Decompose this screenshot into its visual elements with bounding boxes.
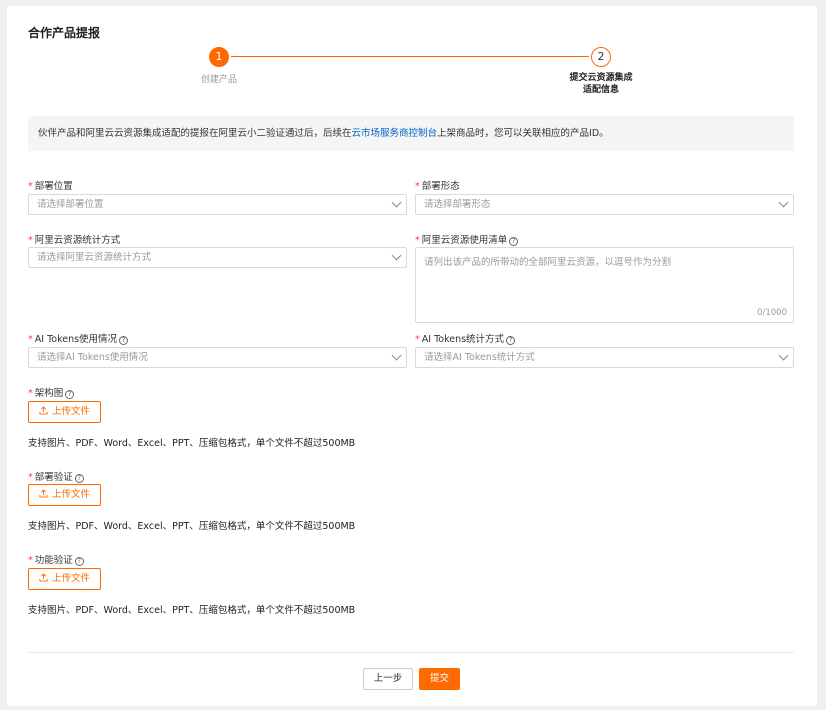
question-circle-icon[interactable]: ? [65,390,75,399]
aliyun-resource-list-label-text: 阿里云资源使用清单 [421,235,508,246]
previous-step-button[interactable]: 上一步 [363,668,413,690]
architecture-upload-hint: 支持图片、PDF、Word、Excel、PPT、压缩包格式，单个文件不超过500… [28,438,356,449]
aliyun-stat-method-label: * 阿里云资源统计方式 [28,232,120,246]
chevron-down-icon [391,197,402,208]
form-card: 合作产品提报 1 2 创建产品 提交云资源集成 适配信息 伙伴产品和阿里云云资源… [7,6,817,706]
notice-text-after: 上架商品时，您可以关联相应的产品ID。 [437,128,609,139]
ai-tokens-usage-select[interactable]: 请选择AI Tokens使用情况 [28,347,407,368]
aliyun-resource-list-label: * 阿里云资源使用清单? [415,232,519,246]
aliyun-resource-list-placeholder: 请列出该产品的所带动的全部阿里云资源，以逗号作为分割 [424,257,672,268]
stepper: 1 2 创建产品 提交云资源集成 适配信息 [7,6,817,106]
deploy-location-label-text: 部署位置 [34,181,73,192]
required-mark: * [28,334,33,345]
architecture-label-text: 架构图 [34,388,64,399]
aliyun-stat-method-placeholder: 请选择阿里云资源统计方式 [37,252,152,263]
aliyun-resource-list-textarea[interactable]: 请列出该产品的所带动的全部阿里云资源，以逗号作为分割 0/1000 [415,247,794,323]
step-1-indicator: 1 [209,47,229,67]
step-2-label-line2: 适配信息 [582,85,619,95]
deploy-form-select[interactable]: 请选择部署形态 [415,194,794,215]
upload-button-label: 上传文件 [51,489,90,500]
deploy-verify-label: * 部署验证? [28,469,84,483]
required-mark: * [415,181,420,192]
upload-button-label: 上传文件 [51,406,90,417]
notice-text-before: 伙伴产品和阿里云云资源集成适配的提报在阿里云小二验证通过后，后续在 [38,128,352,139]
chevron-down-icon [391,250,402,261]
marketplace-console-link[interactable]: 云市场服务商控制台 [352,128,438,139]
question-circle-icon[interactable]: ? [74,474,84,483]
required-mark: * [28,555,33,566]
upload-icon [39,489,48,498]
required-mark: * [415,334,420,345]
upload-icon [39,573,48,582]
ai-tokens-usage-label: * AI Tokens使用情况? [28,331,129,345]
question-circle-icon[interactable]: ? [506,336,516,345]
aliyun-stat-method-label-text: 阿里云资源统计方式 [34,235,121,246]
deploy-location-placeholder: 请选择部署位置 [37,199,104,210]
aliyun-stat-method-select[interactable]: 请选择阿里云资源统计方式 [28,247,407,268]
deploy-form-placeholder: 请选择部署形态 [424,199,491,210]
upload-icon [39,406,48,415]
deploy-form-label: * 部署形态 [415,178,460,192]
ai-tokens-stat-placeholder: 请选择AI Tokens统计方式 [424,352,535,363]
chevron-down-icon [778,350,789,361]
deploy-location-select[interactable]: 请选择部署位置 [28,194,407,215]
step-1-label: 创建产品 [200,75,237,85]
submit-button[interactable]: 提交 [419,668,460,690]
required-mark: * [415,235,420,246]
ai-tokens-usage-label-text: AI Tokens使用情况 [34,334,118,345]
chevron-down-icon [391,350,402,361]
required-mark: * [28,235,33,246]
ai-tokens-stat-label: * AI Tokens统计方式? [415,331,516,345]
ai-tokens-usage-placeholder: 请选择AI Tokens使用情况 [37,352,148,363]
deploy-verify-upload-hint: 支持图片、PDF、Word、Excel、PPT、压缩包格式，单个文件不超过500… [28,521,356,532]
architecture-label: * 架构图? [28,385,75,399]
char-counter: 0/1000 [757,308,787,318]
question-circle-icon[interactable]: ? [119,336,129,345]
chevron-down-icon [778,197,789,208]
deploy-verify-upload-button[interactable]: 上传文件 [28,484,101,506]
required-mark: * [28,472,33,483]
step-connector [231,56,589,57]
footer-divider [28,652,794,653]
function-verify-upload-button[interactable]: 上传文件 [28,568,101,590]
function-verify-label: * 功能验证? [28,552,84,566]
required-mark: * [28,181,33,192]
info-notice: 伙伴产品和阿里云云资源集成适配的提报在阿里云小二验证通过后，后续在云市场服务商控… [28,116,794,151]
ai-tokens-stat-select[interactable]: 请选择AI Tokens统计方式 [415,347,794,368]
question-circle-icon[interactable]: ? [74,557,84,566]
step-2-label: 提交云资源集成 适配信息 [561,72,641,96]
upload-button-label: 上传文件 [51,573,90,584]
architecture-upload-button[interactable]: 上传文件 [28,401,101,423]
deploy-verify-label-text: 部署验证 [34,472,73,483]
question-circle-icon[interactable]: ? [509,237,519,246]
step-2-indicator: 2 [591,47,611,67]
function-verify-upload-hint: 支持图片、PDF、Word、Excel、PPT、压缩包格式，单个文件不超过500… [28,605,356,616]
function-verify-label-text: 功能验证 [34,555,73,566]
step-2-label-line1: 提交云资源集成 [569,73,633,83]
required-mark: * [28,388,33,399]
ai-tokens-stat-label-text: AI Tokens统计方式 [421,334,505,345]
deploy-location-label: * 部署位置 [28,178,73,192]
deploy-form-label-text: 部署形态 [421,181,460,192]
